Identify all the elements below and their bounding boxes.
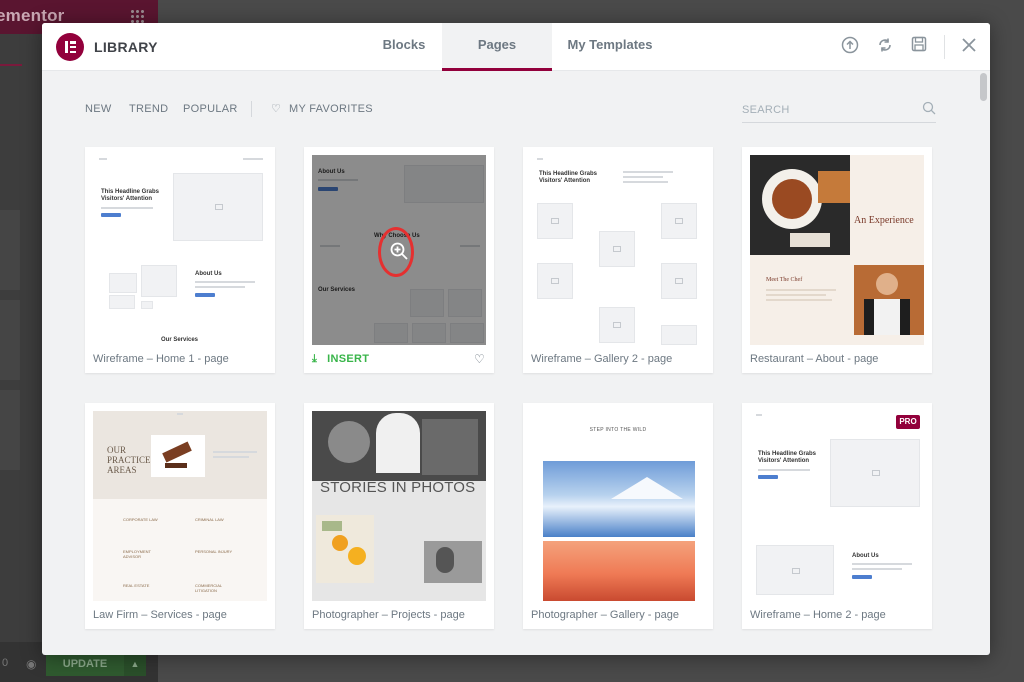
editor-panel-strip: [0, 210, 20, 290]
template-thumbnail[interactable]: OUR PRACTICE AREAS CORPORATE LAW CRIMINA…: [93, 411, 267, 601]
pro-badge: PRO: [896, 415, 920, 429]
template-name: Wireframe – Gallery 2 - page: [531, 353, 673, 365]
filter-popular[interactable]: POPULAR: [183, 103, 238, 115]
upload-icon[interactable]: [839, 36, 861, 58]
template-card[interactable]: An Experience Meet The Chef Restaurant –…: [742, 147, 932, 373]
tab-blocks[interactable]: Blocks: [352, 23, 456, 71]
template-card[interactable]: This Headline Grabs Visitors' Attention …: [523, 147, 713, 373]
thumb-wild: STEP INTO THE WILD: [589, 427, 647, 433]
sync-icon[interactable]: [874, 36, 896, 58]
template-thumbnail[interactable]: STORIES IN PHOTOS: [312, 411, 486, 601]
download-icon: ⤓: [312, 353, 318, 365]
template-name: Law Firm – Services - page: [93, 609, 227, 621]
template-thumbnail[interactable]: This Headline Grabs Visitors' Attention …: [750, 411, 924, 601]
filter-trend[interactable]: TREND: [129, 103, 168, 115]
template-card[interactable]: This Headline Grabs Visitors' Attention …: [85, 147, 275, 373]
thumb-stories: STORIES IN PHOTOS: [320, 479, 476, 496]
apps-grid-icon: [130, 9, 144, 23]
thumb-law-item: EMPLOYMENT ADVISOR: [123, 549, 151, 559]
close-icon[interactable]: [958, 35, 980, 57]
editor-panel-strip: [0, 300, 20, 380]
template-name: Restaurant – About - page: [750, 353, 879, 365]
thumb-about: About Us: [195, 271, 222, 277]
update-button[interactable]: UPDATE: [46, 652, 124, 676]
thumb-about: About Us: [852, 553, 879, 559]
scrollbar-thumb[interactable]: [980, 73, 987, 101]
template-name: Wireframe – Home 2 - page: [750, 609, 886, 621]
thumb-headline: This Headline Grabs Visitors' Attention: [101, 189, 160, 202]
thumb-law-item: CRIMINAL LAW: [195, 517, 224, 522]
template-thumbnail[interactable]: An Experience Meet The Chef: [750, 155, 924, 345]
tab-pages[interactable]: Pages: [442, 23, 552, 71]
insert-label: INSERT: [327, 353, 370, 365]
template-card[interactable]: OUR PRACTICE AREAS CORPORATE LAW CRIMINA…: [85, 403, 275, 629]
search-input[interactable]: [742, 101, 912, 119]
search-icon: [922, 101, 936, 115]
zoom-in-icon[interactable]: [390, 242, 408, 260]
filter-divider: [251, 101, 252, 117]
modal-header: LIBRARY Blocks Pages My Templates: [42, 23, 990, 71]
editor-panel-strip: [0, 390, 20, 470]
header-divider: [944, 35, 945, 59]
search-box: [742, 99, 936, 123]
thumb-law-item: REAL ESTATE: [123, 583, 150, 588]
template-name: Photographer – Projects - page: [312, 609, 465, 621]
thumb-services: Our Services: [161, 337, 199, 343]
thumb-law-item: PERSONAL INJURY: [195, 549, 233, 554]
template-thumbnail[interactable]: This Headline Grabs Visitors' Attention: [531, 155, 705, 345]
template-name: Wireframe – Home 1 - page: [93, 353, 229, 365]
editor-tab-indicator: [0, 64, 22, 66]
insert-button[interactable]: ⤓ INSERT: [312, 353, 369, 366]
library-title: LIBRARY: [94, 39, 158, 55]
update-options-button[interactable]: ▲: [124, 652, 146, 676]
heart-icon: ♡: [271, 103, 281, 115]
favorite-heart-icon[interactable]: ♡: [474, 352, 485, 366]
tab-my-templates[interactable]: My Templates: [556, 23, 664, 71]
save-icon[interactable]: [908, 36, 930, 58]
template-thumbnail[interactable]: STEP INTO THE WILD: [531, 411, 705, 601]
thumb-experience: An Experience: [854, 215, 914, 226]
template-name: Photographer – Gallery - page: [531, 609, 679, 621]
thumb-chef: Meet The Chef: [766, 277, 803, 283]
template-card[interactable]: STEP INTO THE WILD Photographer – Galler…: [523, 403, 713, 629]
template-card[interactable]: STORIES IN PHOTOS Photographer – Project…: [304, 403, 494, 629]
filter-new[interactable]: NEW: [85, 103, 112, 115]
template-card[interactable]: This Headline Grabs Visitors' Attention …: [742, 403, 932, 629]
thumb-headline: This Headline Grabs Visitors' Attention: [758, 451, 817, 464]
template-thumbnail[interactable]: This Headline Grabs Visitors' Attention …: [93, 155, 267, 345]
library-modal: LIBRARY Blocks Pages My Templates NEW TR…: [42, 23, 990, 655]
thumb-law-item: COMMERCIAL LITIGATION: [195, 583, 222, 593]
editor-footer-item: 0: [2, 657, 9, 669]
thumb-headline: This Headline Grabs Visitors' Attention: [539, 171, 598, 184]
eye-icon: ◉: [26, 657, 37, 671]
elementor-logo-icon: [56, 33, 84, 61]
template-thumbnail[interactable]: About Us Why Choose Us Our Services: [312, 155, 486, 345]
thumb-law-item: CORPORATE LAW: [123, 517, 158, 522]
filter-my-favorites[interactable]: MY FAVORITES: [289, 103, 373, 115]
template-card-hovered[interactable]: About Us Why Choose Us Our Services ⤓ INS…: [304, 147, 494, 373]
